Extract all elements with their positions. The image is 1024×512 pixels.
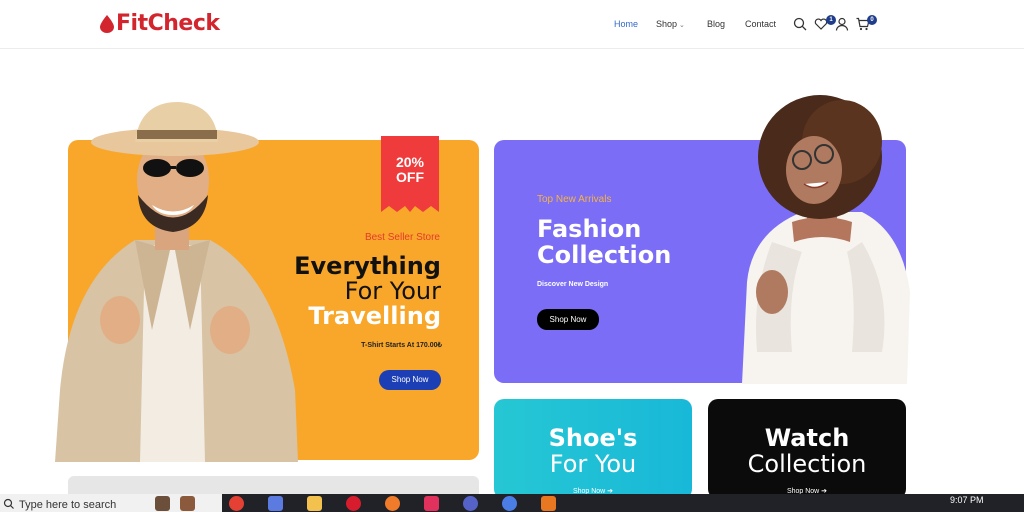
fashion-shop-now-button[interactable]: Shop Now (537, 309, 599, 330)
nav-home[interactable]: Home (614, 19, 638, 29)
fashion-tag: Top New Arrivals (537, 194, 612, 205)
xampp-icon[interactable] (541, 496, 556, 511)
drop-icon (100, 14, 114, 33)
music-app-icon[interactable] (155, 496, 170, 511)
copilot-icon[interactable] (268, 496, 283, 511)
logo-text: FitCheck (116, 11, 220, 36)
travel-price-text: T-Shirt Starts At 170.00₺ (361, 342, 442, 349)
firefox-icon[interactable] (385, 496, 400, 511)
site-header: FitCheck Home Shop ⌄ Blog Contact 1 0 (0, 0, 1024, 49)
chrome-icon[interactable] (229, 496, 244, 511)
user-icon[interactable] (835, 17, 849, 31)
chevron-down-icon: ⌄ (679, 22, 685, 29)
watch-title: Watch (764, 424, 850, 452)
fashion-title: Fashion Collection (537, 215, 672, 269)
discount-off-label: OFF (396, 169, 424, 185)
opera-icon[interactable] (346, 496, 361, 511)
folder-icon[interactable] (307, 496, 322, 511)
nav-shop-label: Shop (656, 19, 678, 29)
fashion-subtitle: Discover New Design (537, 281, 609, 288)
windows-taskbar: Type here to search 9:07 PM (0, 494, 1024, 512)
app-icon[interactable] (424, 496, 439, 511)
search-icon[interactable] (793, 17, 807, 31)
travel-tag: Best Seller Store (364, 232, 440, 243)
file-app-icon[interactable] (180, 496, 195, 511)
nav-shop[interactable]: Shop ⌄ (656, 19, 685, 29)
watch-subtitle: Collection (747, 450, 867, 478)
page: FitCheck Home Shop ⌄ Blog Contact 1 0 20… (0, 0, 1024, 512)
chrome-icon-2[interactable] (502, 496, 517, 511)
travel-headline-3: Travelling (308, 302, 441, 330)
travel-headline-2: For Your (344, 277, 441, 305)
shoes-subtitle: For You (549, 450, 637, 478)
discount-badge: 20% OFF (381, 155, 439, 185)
logo[interactable]: FitCheck (100, 11, 220, 36)
travel-shop-now-button[interactable]: Shop Now (379, 370, 441, 390)
taskbar-search-placeholder: Type here to search (19, 499, 117, 511)
man-in-hat-photo (55, 102, 298, 462)
search-icon (3, 498, 14, 509)
shoes-title: Shoe's (548, 424, 638, 452)
discount-percent: 20% (395, 154, 425, 170)
cart-count-badge: 0 (867, 15, 877, 25)
nav-contact[interactable]: Contact (745, 19, 776, 29)
nav-blog[interactable]: Blog (707, 19, 725, 29)
taskbar-clock[interactable]: 9:07 PM (950, 495, 984, 505)
discord-icon[interactable] (463, 496, 478, 511)
woman-photo (742, 95, 910, 384)
travel-headline-1: Everything (294, 252, 441, 280)
